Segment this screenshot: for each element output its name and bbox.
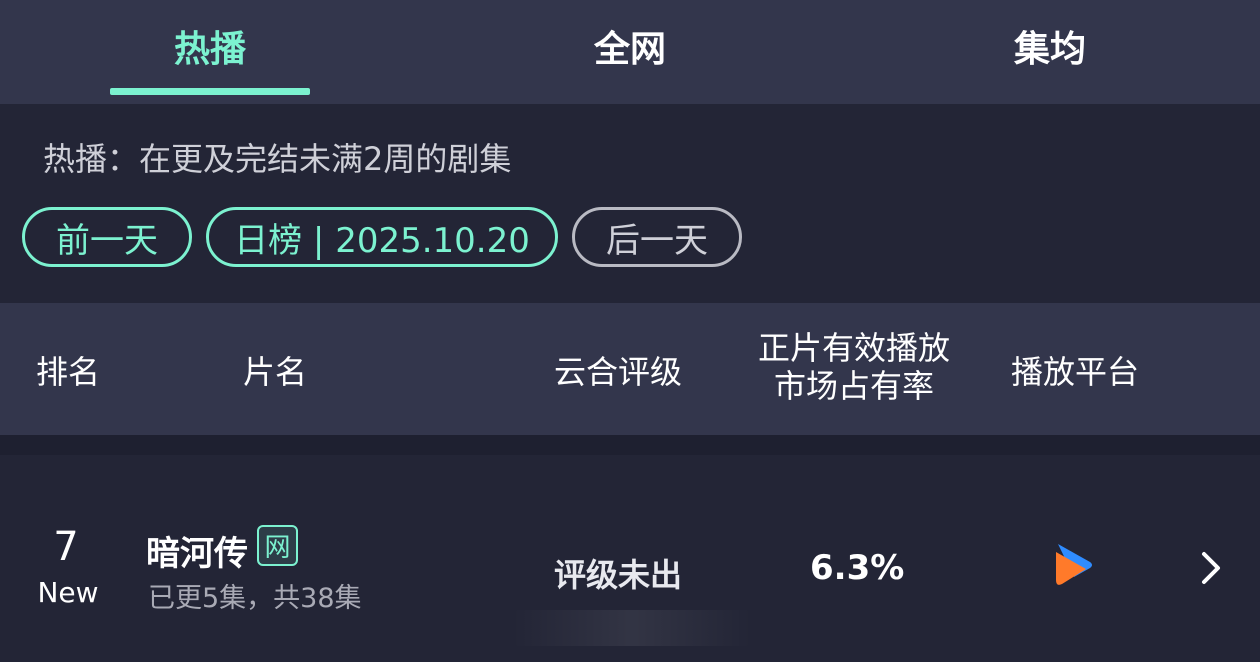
next-day-button[interactable]: 后一天	[572, 207, 742, 267]
header-market-share-line2: 市场占有率	[773, 367, 934, 405]
tab-per-episode[interactable]: 集均	[840, 0, 1260, 104]
network-drama-badge: 网	[257, 525, 298, 566]
header-rating: 云合评级	[554, 353, 683, 391]
ranking-description: 热播：在更及完结未满2周的剧集	[43, 140, 512, 178]
next-day-label: 后一天	[606, 220, 708, 261]
rank-number: 7	[53, 524, 79, 570]
tab-per-episode-label: 集均	[1013, 29, 1086, 70]
watermark-overlay	[512, 610, 752, 646]
show-title[interactable]: 暗河传	[146, 526, 248, 575]
daily-ranking-date-label: 日榜 | 2025.10.20	[234, 220, 530, 261]
tab-hot-label: 热播	[173, 29, 246, 70]
market-share-value: 6.3%	[810, 548, 905, 588]
chevron-right-icon[interactable]	[1196, 548, 1226, 588]
tab-all-network-label: 全网	[593, 29, 666, 70]
header-platform: 播放平台	[1011, 353, 1140, 391]
ranking-page: 热播 全网 集均 热播：在更及完结未满2周的剧集 前一天 日榜 | 2025.1…	[0, 0, 1260, 662]
active-tab-indicator	[110, 88, 310, 95]
previous-day-button[interactable]: 前一天	[22, 207, 192, 267]
header-rank: 排名	[36, 353, 101, 391]
table-header: 排名 片名 云合评级 正片有效播放 市场占有率 播放平台	[0, 303, 1260, 435]
header-market-share: 正片有效播放 市场占有率	[754, 329, 954, 405]
tab-bar: 热播 全网 集均	[0, 0, 1260, 104]
tab-all-network[interactable]: 全网	[420, 0, 840, 104]
youku-platform-icon	[1056, 544, 1092, 585]
episode-progress: 已更5集，共38集	[148, 583, 362, 614]
rank-new-label: New	[37, 576, 99, 609]
previous-day-label: 前一天	[56, 220, 158, 261]
rating-value: 评级未出	[554, 556, 683, 594]
daily-ranking-date-button[interactable]: 日榜 | 2025.10.20	[206, 207, 558, 267]
header-title: 片名	[243, 353, 308, 391]
header-divider	[0, 435, 1260, 455]
header-market-share-line1: 正片有效播放	[757, 329, 950, 367]
